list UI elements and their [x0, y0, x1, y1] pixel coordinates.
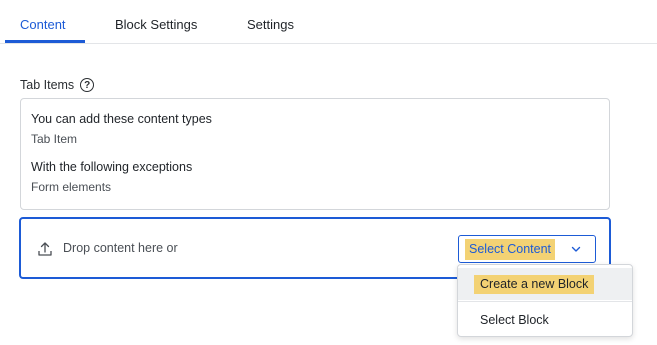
exceptions-title: With the following exceptions [31, 160, 193, 174]
allowed-type-item: Tab Item [31, 132, 78, 146]
allowed-types-box: You can add these content types Tab Item… [20, 98, 610, 210]
tab-items-label: Tab Items ? [20, 78, 95, 92]
upload-icon [38, 242, 52, 256]
select-content-button[interactable]: Select Content [458, 235, 596, 263]
menu-item-create-new-block[interactable]: Create a new Block [458, 268, 632, 300]
select-content-menu: Create a new Block Select Block [457, 264, 633, 337]
menu-divider [458, 301, 632, 302]
dropzone-text: Drop content here or [63, 241, 178, 255]
select-content-label: Select Content [465, 239, 555, 260]
tab-bar: Content Block Settings Settings [0, 0, 657, 44]
tab-settings[interactable]: Settings [247, 17, 294, 32]
tab-block-settings[interactable]: Block Settings [115, 17, 197, 32]
question-circle-icon[interactable]: ? [80, 78, 95, 92]
tab-content[interactable]: Content [20, 17, 66, 32]
exception-item: Form elements [31, 180, 112, 194]
menu-item-label: Create a new Block [474, 275, 595, 294]
active-tab-indicator [5, 40, 85, 43]
chevron-down-icon [571, 246, 581, 252]
menu-item-label: Select Block [480, 313, 549, 327]
menu-item-select-block[interactable]: Select Block [458, 304, 632, 336]
allowed-types-title: You can add these content types [31, 112, 212, 126]
tab-items-title: Tab Items [20, 78, 75, 92]
